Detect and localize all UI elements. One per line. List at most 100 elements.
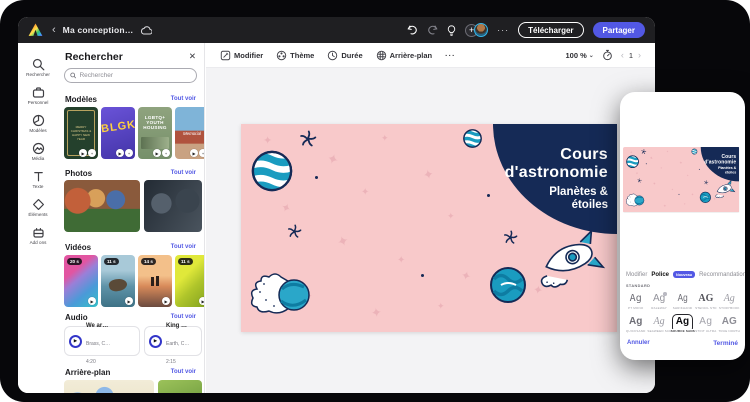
template-thumbnail[interactable]: Memorial ▶ + bbox=[175, 107, 204, 159]
background-button[interactable]: Arrière-plan bbox=[376, 50, 432, 61]
template-thumbnail[interactable]: BLGK ▶ + bbox=[101, 107, 135, 159]
redo-button[interactable] bbox=[427, 25, 438, 35]
prev-page-button[interactable]: ‹ bbox=[621, 50, 624, 60]
template-thumbnail[interactable]: LGBTQ+ YOUTH HOUSING ▶ + bbox=[138, 107, 172, 159]
font-option[interactable]: AG TRUE NORTH bbox=[718, 315, 741, 338]
undo-button[interactable] bbox=[407, 25, 418, 35]
avatar[interactable] bbox=[474, 23, 489, 37]
play-badge[interactable]: ▶ bbox=[79, 149, 87, 157]
cancel-button[interactable]: Annuler bbox=[627, 340, 650, 347]
background-thumbnail[interactable] bbox=[158, 380, 202, 393]
comet-planet-icon[interactable] bbox=[249, 270, 315, 316]
sidebar-item-text[interactable]: Texte bbox=[18, 165, 58, 193]
swirl-star-icon[interactable] bbox=[287, 224, 302, 239]
video-badge[interactable]: ▶ bbox=[199, 297, 204, 305]
video-thumbnail[interactable]: 20 s ▶ bbox=[64, 255, 98, 307]
font-option[interactable]: Ag PT MONO bbox=[624, 292, 647, 315]
toolbar-more-button[interactable]: ··· bbox=[445, 51, 456, 60]
swirl-star-icon[interactable] bbox=[641, 149, 647, 155]
design-subtitle[interactable]: Planètes & étoiles bbox=[549, 186, 608, 212]
play-button[interactable]: ▶ bbox=[149, 334, 162, 348]
add-badge[interactable]: + bbox=[125, 149, 133, 157]
sidebar-item-addons[interactable]: Add ons bbox=[18, 221, 58, 249]
done-button[interactable]: Terminé bbox=[713, 340, 738, 347]
search-input[interactable] bbox=[79, 72, 191, 79]
striped-planet-icon[interactable] bbox=[251, 150, 293, 192]
tips-lightbulb-icon[interactable] bbox=[447, 24, 456, 36]
play-badge[interactable]: ▶ bbox=[116, 149, 124, 157]
photo-thumbnail[interactable] bbox=[64, 180, 140, 232]
video-thumbnail[interactable]: 14 s ▶ bbox=[138, 255, 172, 307]
swirl-star-icon[interactable] bbox=[637, 178, 642, 183]
timer-icon[interactable] bbox=[602, 49, 613, 61]
see-all-background-link[interactable]: Tout voir bbox=[171, 369, 196, 375]
see-all-photos-link[interactable]: Tout voir bbox=[171, 170, 196, 176]
font-option[interactable]: Ag RALEWAY bbox=[647, 292, 670, 315]
play-badge[interactable]: ▶ bbox=[153, 149, 161, 157]
document-title[interactable]: Ma conception… bbox=[63, 25, 134, 35]
more-options-button[interactable]: ··· bbox=[497, 25, 509, 35]
add-badge[interactable]: + bbox=[88, 149, 96, 157]
wavy-planet-icon[interactable] bbox=[489, 266, 527, 304]
rocket-icon[interactable] bbox=[533, 230, 607, 288]
design-canvas[interactable]: ✦ ✦ ✦ ✦ ✦ ✦ ✦ ✦ ✦ ✦ ✦ ✦ ✦ ✦ ✦ bbox=[241, 124, 617, 332]
design-title[interactable]: Cours d'astronomie bbox=[505, 146, 608, 182]
modify-button[interactable]: Modifier bbox=[220, 50, 263, 61]
play-button[interactable]: ▶ bbox=[69, 334, 82, 348]
striped-ball-icon[interactable] bbox=[691, 148, 698, 155]
swirl-star-icon[interactable] bbox=[503, 230, 518, 245]
design-subtitle[interactable]: Planètes & étoiles bbox=[718, 166, 736, 174]
tab-recommendations[interactable]: Recommandations bbox=[699, 272, 745, 278]
font-option[interactable]: Ag SHRIKHAND bbox=[671, 292, 694, 315]
sidebar-item-media[interactable]: Média bbox=[18, 137, 58, 165]
striped-planet-icon[interactable] bbox=[626, 155, 639, 169]
font-option[interactable]: Ag STORYBOOK bbox=[718, 292, 741, 315]
download-button[interactable]: Télécharger bbox=[518, 22, 584, 38]
rocket-icon[interactable] bbox=[713, 180, 736, 199]
sidebar-item-elements[interactable]: Éléments bbox=[18, 193, 58, 221]
font-option[interactable]: Ag STINT ULTRA bbox=[694, 315, 717, 338]
see-all-videos-link[interactable]: Tout voir bbox=[171, 244, 196, 250]
sidebar-item-search[interactable]: Rechercher bbox=[18, 53, 58, 81]
striped-ball-icon[interactable] bbox=[463, 129, 482, 148]
see-all-templates-link[interactable]: Tout voir bbox=[171, 96, 196, 102]
tab-font[interactable]: Police bbox=[651, 272, 669, 278]
template-thumbnail[interactable]: MERRY CHRISTMAS & HAPPY NEW YEAR ▶ + bbox=[64, 107, 98, 159]
audio-card[interactable]: ▶ King … Earth, C… 2:15 bbox=[144, 323, 202, 365]
audio-card[interactable]: ▶ We ar… Brass, C… 4:20 bbox=[64, 323, 140, 365]
font-option-selected[interactable]: Ag SOURCE SANS bbox=[670, 314, 695, 338]
share-button[interactable]: Partager bbox=[592, 22, 645, 38]
play-badge[interactable]: ▶ bbox=[190, 149, 198, 157]
next-page-button[interactable]: › bbox=[638, 50, 641, 60]
sidebar-item-personal[interactable]: Personnel bbox=[18, 81, 58, 109]
design-title[interactable]: Cours d'astronomie bbox=[704, 154, 736, 165]
search-box[interactable] bbox=[64, 68, 197, 83]
video-badge[interactable]: ▶ bbox=[162, 297, 170, 305]
phone-canvas-preview[interactable]: ✦ ✦ ✦ ✦ ✦ ✦ ✦ ✦ ✦ ✦ ✦ ✦ ✦ ✦ ✦ bbox=[623, 147, 740, 213]
video-thumbnail[interactable]: 11 s ▶ bbox=[101, 255, 135, 307]
comet-planet-icon[interactable] bbox=[625, 193, 645, 207]
theme-button[interactable]: Thème bbox=[276, 50, 314, 61]
add-badge[interactable]: + bbox=[199, 149, 204, 157]
font-panel-tabs: Modifier Police Nouveau Recommandations bbox=[626, 271, 745, 278]
font-option[interactable]: Ag QUICKSAND bbox=[624, 315, 647, 338]
swirl-star-icon[interactable] bbox=[299, 130, 317, 148]
photo-thumbnail[interactable] bbox=[144, 180, 202, 232]
video-badge[interactable]: ▶ bbox=[125, 297, 133, 305]
background-thumbnail[interactable] bbox=[64, 380, 154, 393]
zoom-control[interactable]: 100 % ⌄ bbox=[566, 51, 594, 60]
duration-button[interactable]: Durée bbox=[327, 50, 363, 61]
video-badge[interactable]: ▶ bbox=[88, 297, 96, 305]
adobe-express-logo-icon[interactable] bbox=[28, 23, 43, 37]
swirl-star-icon[interactable] bbox=[704, 180, 709, 185]
font-option[interactable]: Ag SEAWEED SCR bbox=[647, 315, 671, 338]
font-option[interactable]: AG STENCIL STD bbox=[694, 292, 717, 315]
tab-modify[interactable]: Modifier bbox=[626, 272, 647, 278]
sidebar-item-templates[interactable]: Modèles bbox=[18, 109, 58, 137]
design-canvas[interactable]: ✦ ✦ ✦ ✦ ✦ ✦ ✦ ✦ ✦ ✦ ✦ ✦ ✦ ✦ ✦ bbox=[623, 147, 739, 212]
wavy-planet-icon[interactable] bbox=[699, 191, 712, 203]
back-chevron-icon[interactable]: ‹ bbox=[52, 24, 56, 36]
add-badge[interactable]: + bbox=[162, 149, 170, 157]
close-icon[interactable]: ✕ bbox=[189, 51, 196, 62]
video-thumbnail[interactable]: 11 s ▶ bbox=[175, 255, 204, 307]
